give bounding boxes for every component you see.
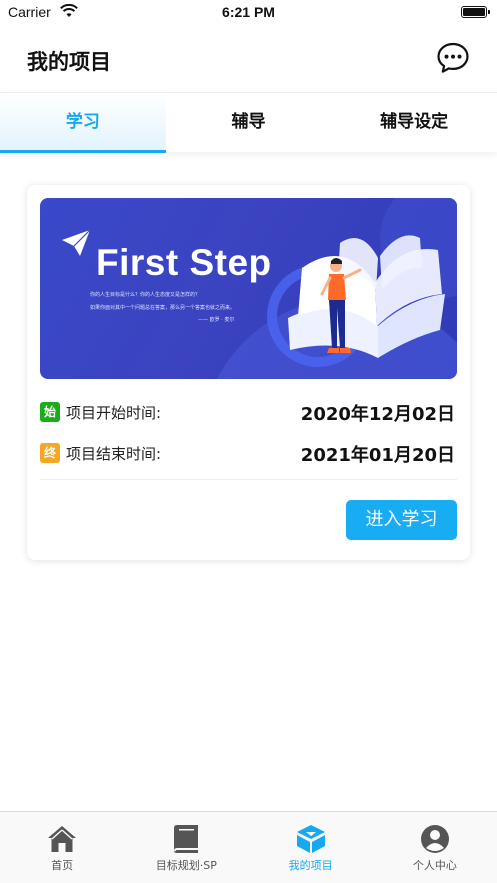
status-bar: Carrier 6:21 PM	[0, 0, 497, 26]
tab-tutoring[interactable]: 辅导	[166, 93, 332, 152]
start-badge: 始	[40, 402, 60, 422]
banner-headline: First Step	[96, 242, 272, 283]
start-time-row: 始 项目开始时间: 2020年12月02日	[40, 400, 457, 425]
battery-icon	[461, 6, 490, 18]
header: 我的项目	[0, 26, 497, 92]
tab-tutoring-settings[interactable]: 辅导设定	[331, 93, 497, 152]
start-time-label: 项目开始时间:	[66, 404, 162, 422]
book-icon	[174, 825, 199, 853]
nav-item-profile[interactable]: 个人中心	[373, 812, 497, 883]
user-icon	[420, 825, 449, 853]
banner-subtitle-line-2: 如果你面对其中一个问题总在答案，那么另一个答案也就之而来。	[90, 305, 236, 311]
chat-bubble-icon[interactable]	[436, 41, 470, 75]
end-time-value: 2021年01月20日	[300, 445, 455, 466]
banner-subtitle-line-1: 你的人生目标是什么？你的人生态度又是怎样的？	[90, 292, 201, 298]
end-time-row: 终 项目结束时间: 2021年01月20日	[40, 441, 457, 466]
page-title: 我的项目	[27, 50, 111, 74]
tab-bar: 学习 辅导 辅导设定	[0, 92, 497, 153]
banner-quote-author: —— 欧罗 · 麦尔	[198, 317, 235, 323]
nav-label-profile: 个人中心	[412, 859, 457, 872]
start-time-value: 2020年12月02日	[300, 404, 455, 425]
nav-label-home: 首页	[51, 859, 74, 872]
home-icon	[48, 826, 77, 852]
nav-item-home[interactable]: 首页	[0, 812, 124, 883]
project-banner: First Step 你的人生目标是什么？你的人生态度又是怎样的？ 如果你面对其…	[40, 198, 457, 379]
bottom-nav: 首页 目标规划·SP 我的项目 个人中心	[0, 811, 497, 883]
divider	[40, 479, 457, 480]
enter-study-button[interactable]: 进入学习	[346, 500, 457, 540]
nav-item-my-projects[interactable]: 我的项目	[249, 812, 373, 883]
project-card: First Step 你的人生目标是什么？你的人生态度又是怎样的？ 如果你面对其…	[27, 185, 470, 560]
nav-label-my-projects: 我的项目	[288, 859, 333, 872]
nav-label-goal-planning: 目标规划·SP	[155, 859, 217, 872]
banner-illustration	[62, 198, 457, 379]
clock: 6:21 PM	[222, 4, 275, 20]
tab-study[interactable]: 学习	[0, 93, 166, 153]
end-badge: 终	[40, 443, 60, 463]
end-time-label: 项目结束时间:	[66, 445, 162, 463]
project-icon	[296, 825, 325, 853]
nav-item-goal-planning[interactable]: 目标规划·SP	[124, 812, 248, 883]
